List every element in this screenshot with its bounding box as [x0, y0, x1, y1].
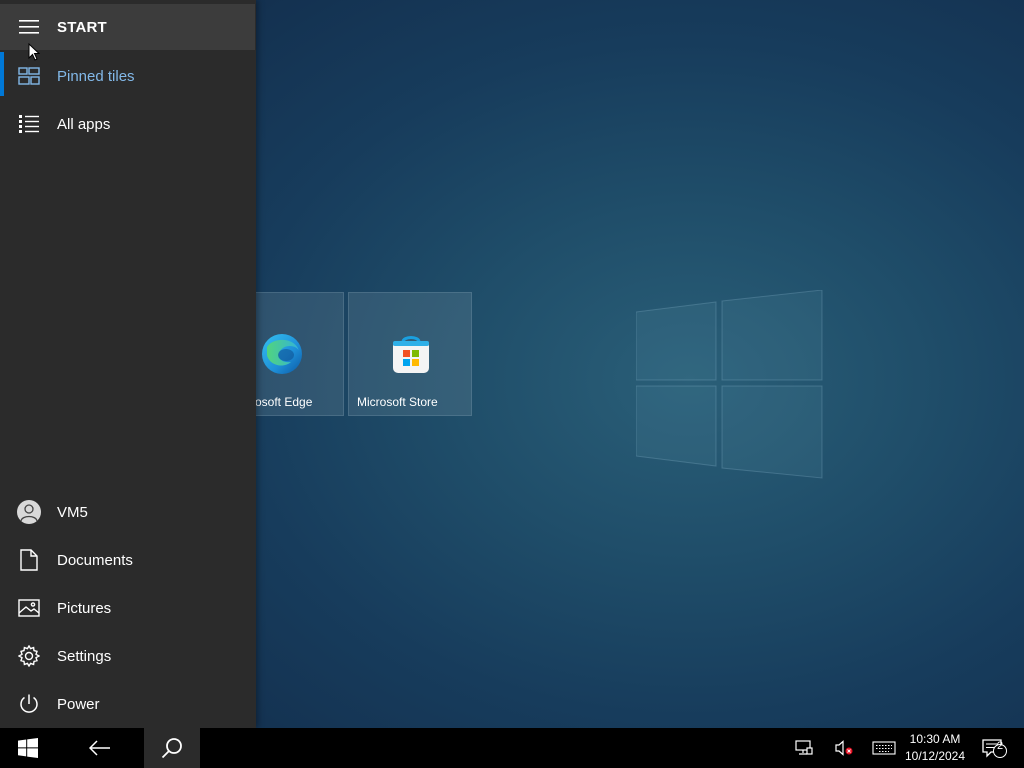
keyboard-tray-button[interactable]: [870, 728, 898, 768]
search-button[interactable]: [144, 728, 200, 768]
windows-start-icon: [18, 738, 38, 758]
volume-tray-button[interactable]: [832, 728, 856, 768]
taskbar: 10:30 AM 10/12/2024 2: [0, 728, 1024, 768]
power-icon: [17, 692, 41, 716]
clock-date: 10/12/2024: [904, 749, 966, 763]
tile-microsoft-store[interactable]: Microsoft Store: [348, 292, 472, 416]
pictures-icon: [17, 596, 41, 620]
nav-item-settings[interactable]: Settings: [0, 632, 256, 680]
list-icon: [17, 112, 41, 136]
nav-label: Pictures: [57, 599, 112, 617]
action-center-button[interactable]: 2: [980, 728, 1010, 768]
tile-label: Microsoft Store: [357, 395, 438, 409]
search-icon: [161, 738, 182, 759]
desktop-windows-logo: [636, 290, 823, 479]
network-tray-button[interactable]: [792, 728, 816, 768]
keyboard-icon: [872, 741, 896, 755]
nav-label: VM5: [57, 503, 88, 521]
selected-indicator: [0, 52, 4, 96]
network-icon: [795, 740, 813, 755]
tiles-icon: [17, 64, 41, 88]
start-title: START: [57, 18, 107, 36]
nav-label: All apps: [57, 115, 111, 133]
nav-label: Power: [57, 695, 100, 713]
store-icon: [393, 336, 429, 373]
edge-icon: [262, 334, 302, 374]
nav-item-power[interactable]: Power: [0, 680, 256, 728]
nav-item-documents[interactable]: Documents: [0, 536, 256, 584]
document-icon: [17, 548, 41, 572]
gear-icon: [17, 644, 41, 668]
nav-label: Documents: [57, 551, 133, 569]
clock-time: 10:30 AM: [909, 732, 961, 746]
back-arrow-icon: [89, 740, 110, 756]
nav-item-user-vm5[interactable]: VM5: [0, 488, 256, 536]
start-menu-pane: START Pinned tiles All apps VM5 Document…: [0, 0, 256, 728]
user-avatar-icon: [17, 500, 41, 524]
notification-count: 2: [996, 740, 1004, 752]
volume-muted-icon: [835, 740, 853, 756]
hamburger-menu-icon: [17, 15, 41, 39]
nav-item-pictures[interactable]: Pictures: [0, 584, 256, 632]
start-button[interactable]: [0, 728, 56, 768]
tile-label: osoft Edge: [255, 395, 313, 409]
nav-item-all-apps[interactable]: All apps: [0, 100, 256, 148]
back-button[interactable]: [72, 728, 128, 768]
nav-label: Settings: [57, 647, 112, 665]
clock[interactable]: 10:30 AM 10/12/2024: [900, 731, 970, 765]
mouse-cursor-icon: [28, 43, 40, 61]
nav-label: Pinned tiles: [57, 67, 135, 85]
